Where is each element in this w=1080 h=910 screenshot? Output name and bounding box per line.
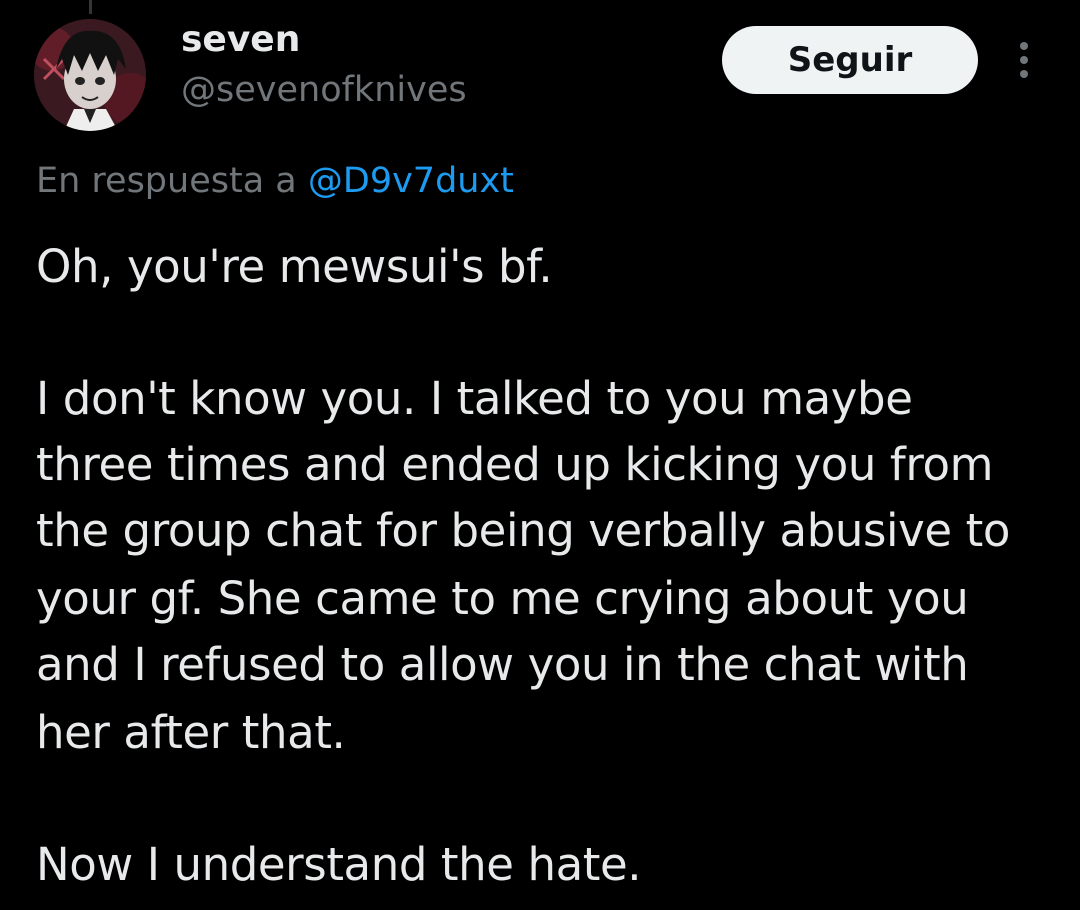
tweet-text-line: her after that. xyxy=(36,706,346,759)
tweet-text-line: Oh, you're mewsui's bf. xyxy=(36,240,553,293)
reply-prefix: En respuesta a xyxy=(36,161,297,201)
reply-mention-link[interactable]: @D9v7duxt xyxy=(308,161,514,201)
more-vertical-icon[interactable] xyxy=(1004,38,1044,82)
tweet-text-line: three times and ended up kicking you fro… xyxy=(36,438,994,491)
reply-context: En respuesta a @D9v7duxt xyxy=(36,158,514,204)
user-handle[interactable]: @sevenofknives xyxy=(181,68,467,112)
thread-connector-line xyxy=(89,0,92,14)
follow-button[interactable]: Seguir xyxy=(722,26,978,94)
tweet-text-line: and I refused to allow you in the chat w… xyxy=(36,638,969,691)
tweet-text-line: your gf. She came to me crying about you xyxy=(36,572,969,625)
tweet-text-line: the group chat for being verbally abusiv… xyxy=(36,504,1010,557)
tweet-text-line: I don't know you. I talked to you maybe xyxy=(36,372,913,425)
display-name[interactable]: seven xyxy=(181,18,300,62)
avatar[interactable] xyxy=(34,19,146,131)
avatar-image xyxy=(34,19,146,131)
tweet-text-line: Now I understand the hate. xyxy=(36,838,642,891)
